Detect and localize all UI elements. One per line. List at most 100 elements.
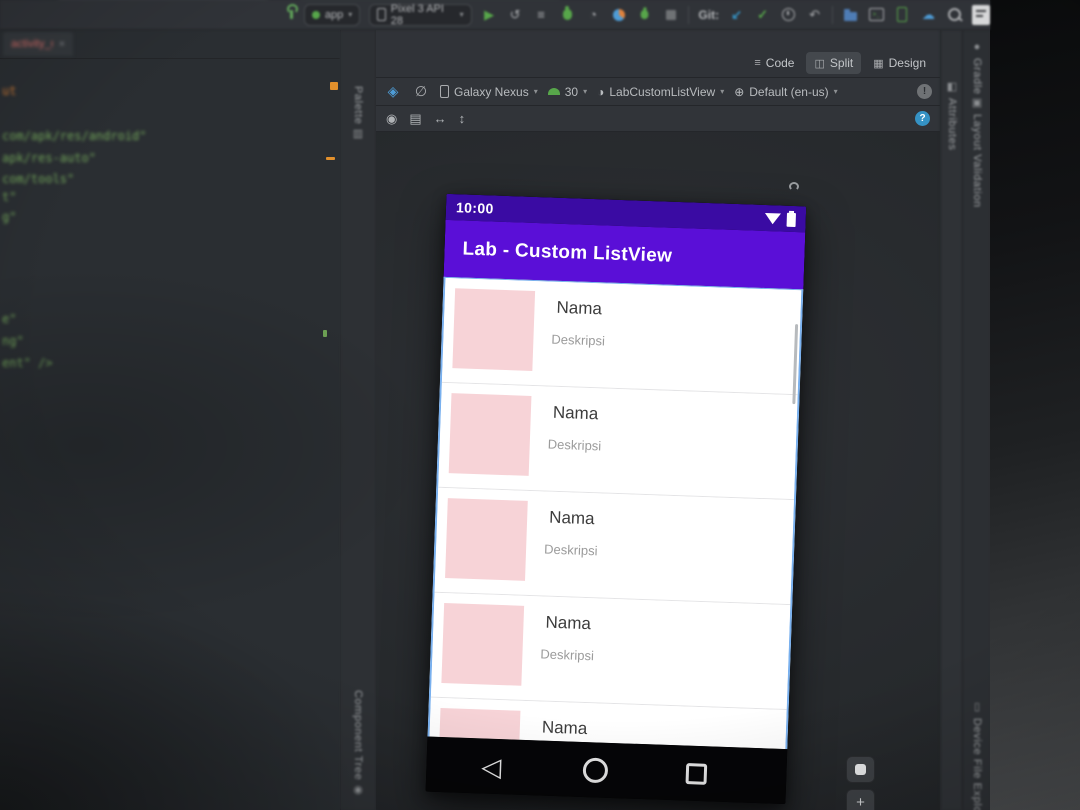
fit-screen-icon — [855, 764, 866, 775]
device-manager-icon[interactable] — [894, 6, 911, 24]
listview[interactable]: Nama Deskripsi Nama Deskripsi Nama Deskr… — [427, 276, 804, 750]
horizontal-constraints-icon[interactable]: ↔ — [434, 111, 447, 126]
recents-icon[interactable] — [685, 762, 708, 785]
gradle-tool-button[interactable]: ● Gradle — [971, 42, 983, 95]
scrollbar-warning-mark[interactable] — [326, 157, 335, 160]
item-name: Nama — [552, 402, 599, 424]
api-level-selector[interactable]: 30 ▾ — [547, 85, 587, 99]
design-surface[interactable]: 10:00 Lab - Custom ListView Nama Deskrip… — [376, 132, 940, 810]
design-toolbar-row2: ◉ ▤ ↔ ↕ ? — [376, 106, 940, 132]
project-structure-icon[interactable] — [842, 6, 859, 24]
wifi-icon — [764, 212, 781, 225]
attributes-icon: ◧ — [946, 81, 958, 93]
debug-icon[interactable] — [559, 6, 576, 24]
terminal-icon[interactable]: >_ — [868, 6, 885, 24]
xml-editor-pane[interactable]: activity_main.xml × ut com/apk/res/andro… — [0, 30, 341, 810]
stop-button[interactable] — [662, 6, 679, 24]
android-studio-window: app ▾ Pixel 3 API 28 ▾ ▶ ↺ ≡ ◔ Git: ↙ ✓ … — [0, 0, 1080, 810]
apply-code-changes-icon[interactable]: ≡ — [533, 6, 550, 24]
design-left-stripe: Palette ▥ Component Tree ◉ — [340, 30, 377, 810]
list-item[interactable]: Nama Deskripsi — [434, 487, 794, 606]
item-description: Deskripsi — [540, 646, 595, 664]
component-tree-tool-button[interactable]: Component Tree ◉ — [352, 690, 364, 796]
code-line: t" — [2, 190, 17, 204]
apply-changes-icon[interactable]: ↺ — [507, 6, 524, 24]
git-update-icon[interactable]: ↙ — [728, 6, 745, 24]
git-label: Git: — [698, 7, 720, 22]
code-line: apk/res-auto" — [2, 151, 96, 165]
git-rollback-icon[interactable]: ↶ — [806, 6, 823, 24]
module-status-icon — [311, 10, 320, 19]
toolbar-separator — [832, 5, 833, 24]
profiler-icon[interactable] — [611, 6, 628, 24]
git-commit-icon[interactable]: ✓ — [754, 6, 771, 24]
render-errors-button[interactable]: ! — [917, 84, 932, 99]
navigation-bar[interactable]: ◁ — [425, 736, 788, 805]
list-item[interactable]: Nama Deskripsi — [441, 277, 802, 396]
home-icon[interactable] — [582, 756, 609, 783]
item-name: Nama — [541, 717, 588, 739]
coverage-icon[interactable]: ◔ — [585, 6, 602, 24]
design-mode-icon: ▦ — [873, 57, 884, 70]
item-image-placeholder — [452, 288, 536, 371]
code-mode-icon: ≡ — [754, 57, 761, 69]
build-wrench-icon[interactable] — [287, 4, 298, 19]
app-bar-title: Lab - Custom ListView — [462, 237, 673, 267]
run-button[interactable]: ▶ — [481, 6, 498, 24]
run-config-selector[interactable]: app ▾ — [303, 3, 361, 26]
status-time: 10:00 — [455, 199, 495, 217]
design-surface-icon[interactable]: ◈ — [384, 83, 402, 101]
orientation-icon[interactable]: ∅ — [412, 83, 430, 101]
list-item[interactable]: Nama Deskripsi — [430, 592, 791, 711]
select-all-icon[interactable]: ▤ — [409, 111, 421, 127]
vertical-constraints-icon[interactable]: ↕ — [459, 111, 466, 126]
locale-selector[interactable]: ⊕ Default (en-us) ▾ — [734, 85, 837, 99]
android-icon — [547, 88, 560, 95]
gradle-label: Gradle — [971, 58, 983, 95]
device-icon — [440, 85, 449, 98]
chevron-down-icon: ▾ — [459, 10, 464, 19]
palette-icon: ▥ — [352, 128, 364, 141]
theme-selector[interactable]: ◑ LabCustomListView ▾ — [597, 85, 724, 99]
layout-validation-tool-button[interactable]: ▣ Layout Validation — [971, 98, 983, 208]
layout-validation-icon: ▣ — [971, 97, 983, 109]
item-image-placeholder — [441, 603, 525, 686]
design-toolbar-row1: ◈ ∅ Galaxy Nexus ▾ 30 ▾ ◑ LabCustomListV… — [376, 78, 940, 106]
search-everywhere-icon[interactable] — [946, 6, 963, 24]
code-area[interactable]: ut com/apk/res/android" apk/res-auto" co… — [0, 58, 332, 810]
main-toolbar: app ▾ Pixel 3 API 28 ▾ ▶ ↺ ≡ ◔ Git: ↙ ✓ … — [0, 0, 990, 30]
attributes-stripe: ◧ Attributes — [940, 30, 963, 810]
attach-debugger-icon[interactable] — [637, 6, 654, 24]
list-item[interactable]: Nama Deskripsi — [438, 382, 798, 501]
item-description: Deskripsi — [543, 541, 598, 559]
back-icon[interactable]: ◁ — [481, 751, 502, 782]
chevron-down-icon: ▾ — [833, 87, 838, 96]
profile-square-icon[interactable] — [971, 4, 990, 25]
palette-tool-button[interactable]: Palette ▥ — [352, 86, 364, 140]
device-file-explorer-tool-button[interactable]: ▯ Device File Explorer — [971, 702, 983, 810]
zoom-in-button[interactable]: + — [846, 789, 875, 810]
tab-design[interactable]: ▦ Design — [865, 52, 934, 74]
tab-code[interactable]: ≡ Code — [746, 52, 802, 74]
git-history-icon[interactable] — [780, 6, 797, 24]
tab-design-label: Design — [888, 56, 926, 70]
zoom-to-fit-button[interactable] — [846, 756, 875, 783]
help-button[interactable]: ? — [915, 111, 930, 126]
code-line: ng" — [2, 334, 24, 348]
item-image-placeholder — [448, 393, 532, 476]
tab-split[interactable]: ◫ Split — [806, 52, 862, 74]
scrollbar-warning-mark[interactable] — [330, 82, 338, 90]
item-name: Nama — [548, 507, 595, 529]
file-tab-label: activity_main.xml — [11, 38, 53, 50]
close-icon[interactable]: × — [59, 39, 65, 50]
phone-preview[interactable]: 10:00 Lab - Custom ListView Nama Deskrip… — [425, 193, 807, 805]
attributes-tool-button[interactable]: ◧ Attributes — [946, 81, 958, 151]
device-selector[interactable]: Pixel 3 API 28 ▾ — [369, 3, 472, 27]
device-in-editor-selector[interactable]: Galaxy Nexus ▾ — [440, 85, 538, 99]
locale-label: Default (en-us) — [749, 84, 829, 99]
palette-label: Palette — [352, 86, 364, 125]
file-tab[interactable]: activity_main.xml × — [3, 32, 73, 56]
view-options-icon[interactable]: ◉ — [386, 111, 397, 127]
theme-icon: ◑ — [597, 84, 605, 99]
sdk-manager-icon[interactable]: ☁ — [920, 6, 937, 24]
